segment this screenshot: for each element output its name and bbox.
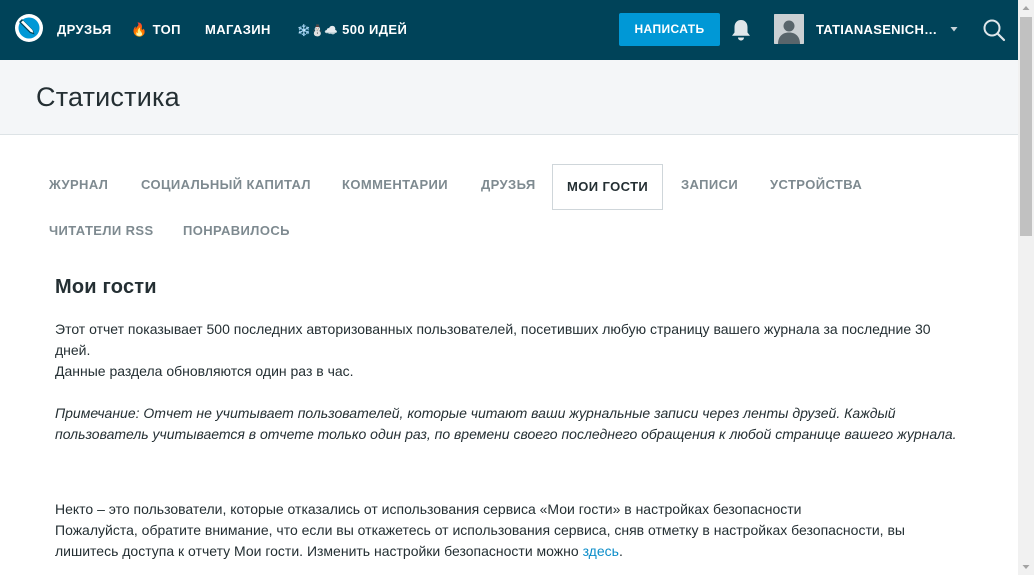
page-title: Статистика bbox=[36, 82, 180, 112]
security-settings-link[interactable]: здесь bbox=[583, 543, 619, 559]
tab-friends[interactable]: ДРУЗЬЯ bbox=[465, 163, 552, 209]
livejournal-logo-icon[interactable] bbox=[14, 13, 44, 43]
tab-devices[interactable]: УСТРОЙСТВА bbox=[754, 163, 878, 209]
warning-text: Пожалуйста, обратите внимание, что если … bbox=[55, 522, 905, 559]
note-paragraph: Примечание: Отчет не учитывает пользоват… bbox=[55, 405, 957, 442]
tab-comments[interactable]: КОММЕНТАРИИ bbox=[326, 163, 464, 209]
page-header: Статистика bbox=[0, 60, 1018, 135]
update-frequency-text: Данные раздела обновляются один раз в ча… bbox=[55, 363, 354, 379]
write-post-button[interactable]: НАПИСАТЬ bbox=[619, 13, 720, 46]
warning-end: . bbox=[618, 543, 623, 559]
section-title: Мои гости bbox=[55, 276, 157, 298]
bell-icon[interactable] bbox=[730, 18, 752, 42]
scroll-up-arrow-icon[interactable] bbox=[1018, 0, 1034, 16]
username-link[interactable]: TATIANASENICH… bbox=[816, 21, 940, 39]
intro-paragraph: Этот отчет показывает 500 последних авто… bbox=[55, 319, 965, 382]
nav-friends-label: ДРУЗЬЯ bbox=[57, 22, 112, 37]
chevron-down-icon[interactable] bbox=[948, 23, 960, 35]
someone-explanation: Некто – это пользователи, которые отказа… bbox=[55, 501, 802, 517]
tab-liked[interactable]: ПОНРАВИЛОСЬ bbox=[167, 209, 306, 255]
nav-top[interactable]: 🔥 ТОП bbox=[131, 21, 181, 39]
intro-text: Этот отчет показывает 500 последних авто… bbox=[55, 321, 931, 358]
scroll-down-arrow-icon[interactable] bbox=[1018, 559, 1034, 575]
tab-journal[interactable]: ЖУРНАЛ bbox=[33, 163, 124, 209]
search-icon[interactable] bbox=[982, 18, 1006, 42]
user-silhouette-icon bbox=[774, 14, 804, 44]
fire-icon: 🔥 bbox=[131, 22, 148, 37]
nav-shop-label: МАГАЗИН bbox=[205, 22, 271, 37]
top-navbar: ДРУЗЬЯ 🔥 ТОП МАГАЗИН ❄️⛄☁️ 500 ИДЕЙ НАПИСА… bbox=[0, 0, 1018, 60]
nav-top-label: ТОП bbox=[152, 22, 181, 37]
winter-emoji-icon: ❄️⛄☁️ bbox=[297, 25, 339, 37]
user-avatar[interactable] bbox=[774, 14, 804, 44]
tab-social-capital[interactable]: СОЦИАЛЬНЫЙ КАПИТАЛ bbox=[125, 163, 327, 209]
nav-shop[interactable]: МАГАЗИН bbox=[205, 21, 271, 39]
tab-posts[interactable]: ЗАПИСИ bbox=[665, 163, 754, 209]
scrollbar-thumb[interactable] bbox=[1020, 17, 1032, 236]
tab-rss-readers[interactable]: ЧИТАТЕЛИ RSS bbox=[33, 209, 170, 255]
nav-500-ideas[interactable]: ❄️⛄☁️ 500 ИДЕЙ bbox=[297, 21, 407, 39]
tab-my-guests[interactable]: МОИ ГОСТИ bbox=[552, 164, 663, 210]
privacy-paragraph: Некто – это пользователи, которые отказа… bbox=[55, 499, 965, 562]
nav-500-ideas-label: 500 ИДЕЙ bbox=[342, 22, 408, 37]
nav-friends[interactable]: ДРУЗЬЯ bbox=[57, 21, 112, 39]
vertical-scrollbar[interactable] bbox=[1018, 0, 1034, 575]
